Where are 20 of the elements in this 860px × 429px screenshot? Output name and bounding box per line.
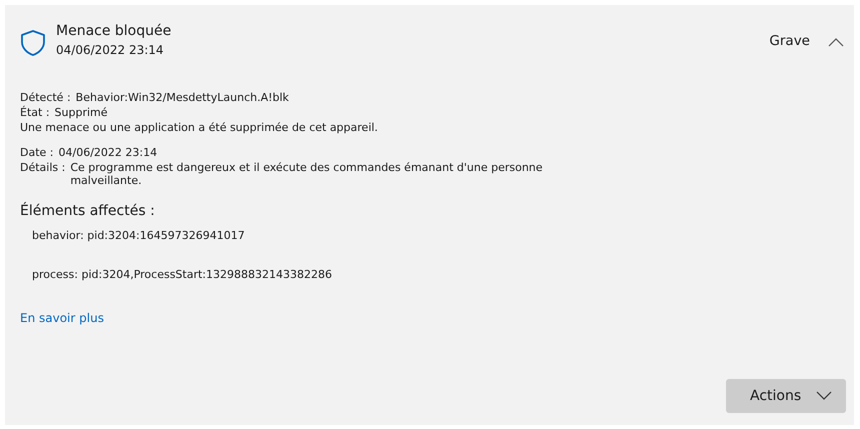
field-label: Détails : [20,161,66,174]
field-value: Ce programme est dangereux et il exécute des commandes émanant d'une personne malveillante. [70,161,544,187]
threat-title: Menace bloquée [56,23,172,39]
status-message: Une menace ou une application a été supprimée de cet appareil. [20,121,379,134]
chevron-up-icon [828,37,844,47]
severity-label: Grave [769,33,810,49]
actions-button[interactable]: Actions [726,379,846,413]
affected-item: process: pid:3204,ProcessStart:132988832143382286 [32,268,333,281]
learn-more-link[interactable]: En savoir plus [20,311,104,325]
affected-heading: Éléments affectés : [20,203,156,219]
field-value: 04/06/2022 23:14 [58,146,158,159]
field-value: Behavior:Win32/MesdettyLaunch.A!blk [76,91,289,104]
field-label: Date : [20,146,54,159]
field-value: Supprimé [54,106,108,119]
threat-timestamp: 04/06/2022 23:14 [56,43,165,57]
affected-item: behavior: pid:3204:164597326941017 [32,229,246,242]
field-label: État : [20,106,50,119]
field-label: Détecté : [20,91,71,104]
shield-icon [20,29,46,57]
chevron-down-icon [816,391,832,401]
